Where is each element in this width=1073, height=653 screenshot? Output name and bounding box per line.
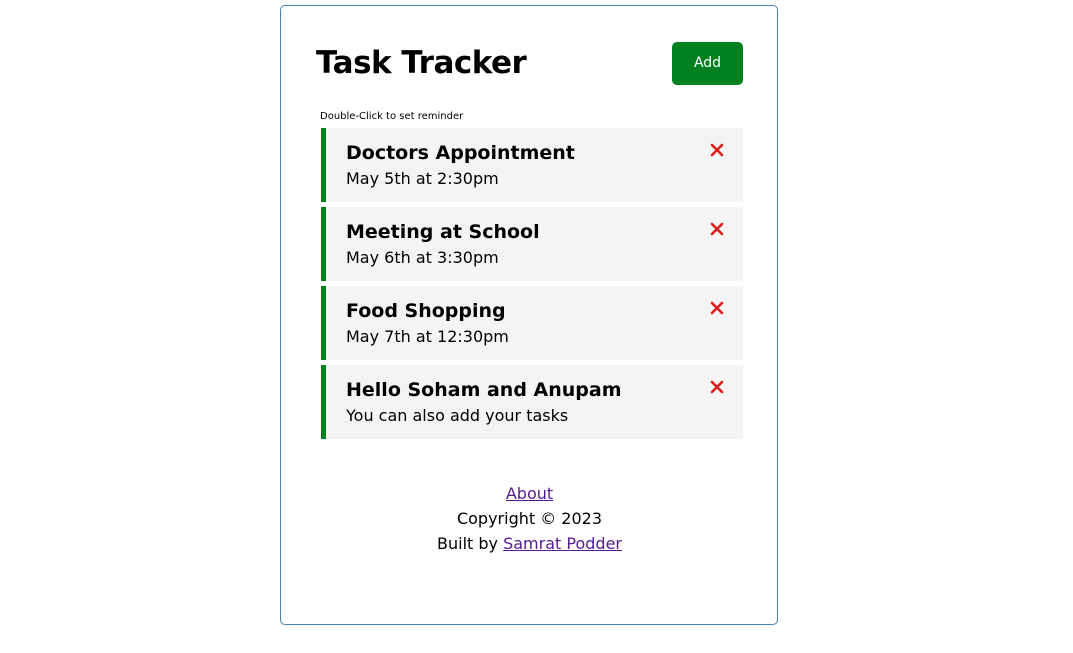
close-icon[interactable]: [709, 300, 725, 316]
app-header: Task Tracker Add: [316, 41, 743, 85]
task-item[interactable]: Food Shopping May 7th at 12:30pm: [321, 286, 743, 360]
task-title: Meeting at School: [346, 221, 540, 243]
page-title: Task Tracker: [316, 45, 527, 81]
footer: About Copyright © 2023 Built by Samrat P…: [316, 481, 743, 556]
task-day: May 6th at 3:30pm: [346, 248, 499, 267]
task-item[interactable]: Hello Soham and Anupam You can also add …: [321, 365, 743, 439]
task-day: May 5th at 2:30pm: [346, 169, 499, 188]
author-link[interactable]: Samrat Podder: [503, 534, 622, 553]
app-container: Task Tracker Add Double-Click to set rem…: [280, 5, 778, 625]
close-icon[interactable]: [709, 221, 725, 237]
reminder-hint: Double-Click to set reminder: [320, 111, 464, 122]
task-day: You can also add your tasks: [346, 406, 569, 425]
close-icon[interactable]: [709, 379, 725, 395]
task-title: Food Shopping: [346, 300, 506, 322]
task-list: Doctors Appointment May 5th at 2:30pm Me…: [321, 128, 743, 439]
task-title: Hello Soham and Anupam: [346, 379, 622, 401]
task-day: May 7th at 12:30pm: [346, 327, 509, 346]
task-item[interactable]: Doctors Appointment May 5th at 2:30pm: [321, 128, 743, 202]
about-link[interactable]: About: [506, 484, 553, 503]
built-by-line: Built by Samrat Podder: [316, 531, 743, 556]
built-by-prefix: Built by: [437, 534, 498, 553]
task-item[interactable]: Meeting at School May 6th at 3:30pm: [321, 207, 743, 281]
add-button[interactable]: Add: [672, 41, 743, 85]
copyright-text: Copyright © 2023: [456, 509, 603, 528]
close-icon[interactable]: [709, 142, 725, 158]
task-title: Doctors Appointment: [346, 142, 575, 164]
